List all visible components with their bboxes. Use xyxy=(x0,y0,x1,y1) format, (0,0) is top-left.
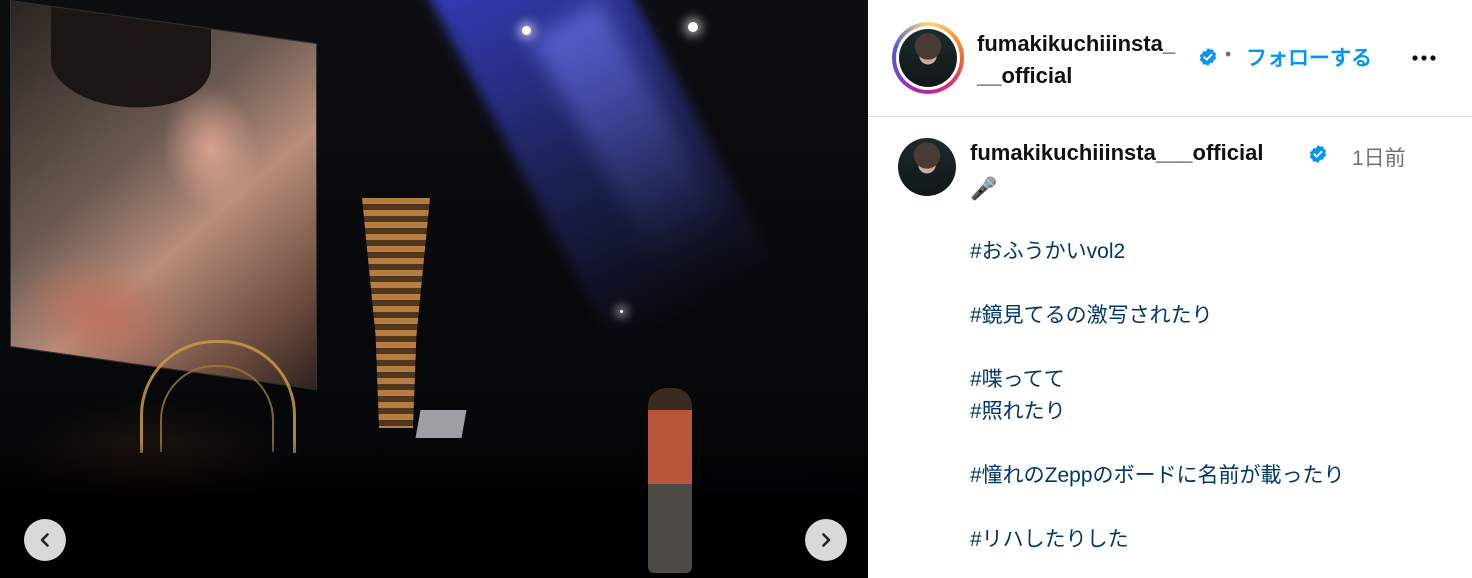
stage-tower xyxy=(362,198,430,428)
avatar[interactable] xyxy=(898,138,956,196)
carousel-prev-button[interactable] xyxy=(24,519,66,561)
caption-username[interactable]: fumakikuchiiinsta___official xyxy=(970,140,1263,166)
stage-spotlight xyxy=(522,26,531,35)
verified-badge-icon xyxy=(1199,48,1217,66)
avatar xyxy=(899,29,957,87)
hashtag-link[interactable]: #憧れのZeppのボードに名前が載ったり xyxy=(970,460,1450,492)
performer-figure xyxy=(648,388,692,573)
stage-spotlight xyxy=(688,22,698,32)
post-side-panel: fumakikuchiiinsta___official • フォローする fu… xyxy=(868,0,1472,578)
hashtag-link[interactable]: #おふうかいvol2 xyxy=(970,236,1450,268)
hashtag-link[interactable]: #鏡見てるの激写されたり xyxy=(970,300,1450,332)
hashtag-link[interactable]: #照れたり xyxy=(970,396,1450,428)
carousel-next-button[interactable] xyxy=(805,519,847,561)
post-header: fumakikuchiiinsta___official • フォローする xyxy=(868,0,1472,117)
follow-button[interactable]: フォローする xyxy=(1246,42,1372,72)
more-horizontal-icon[interactable] xyxy=(1408,42,1440,74)
microphone-emoji: 🎤 xyxy=(970,176,998,201)
chevron-left-icon xyxy=(40,533,49,547)
stage-monitor xyxy=(415,410,467,438)
hashtag-link[interactable]: #喋ってて xyxy=(970,364,1450,396)
separator-dot: • xyxy=(1225,44,1232,64)
story-avatar[interactable] xyxy=(892,22,964,94)
stage-spotlight xyxy=(620,310,623,313)
big-screen-image xyxy=(10,0,317,391)
chevron-right-icon xyxy=(822,533,831,547)
post-timestamp[interactable]: 1日前 xyxy=(1352,142,1406,172)
caption-hashtags: #おふうかいvol2 #鏡見てるの激写されたり #喋ってて #照れたり #憧れの… xyxy=(970,236,1450,556)
post-photo xyxy=(0,0,868,578)
verified-badge-icon xyxy=(1309,145,1327,163)
header-username[interactable]: fumakikuchiiinsta___official xyxy=(977,28,1187,92)
hashtag-link[interactable]: #リハしたりした xyxy=(970,524,1450,556)
audience-silhouette xyxy=(0,440,868,578)
